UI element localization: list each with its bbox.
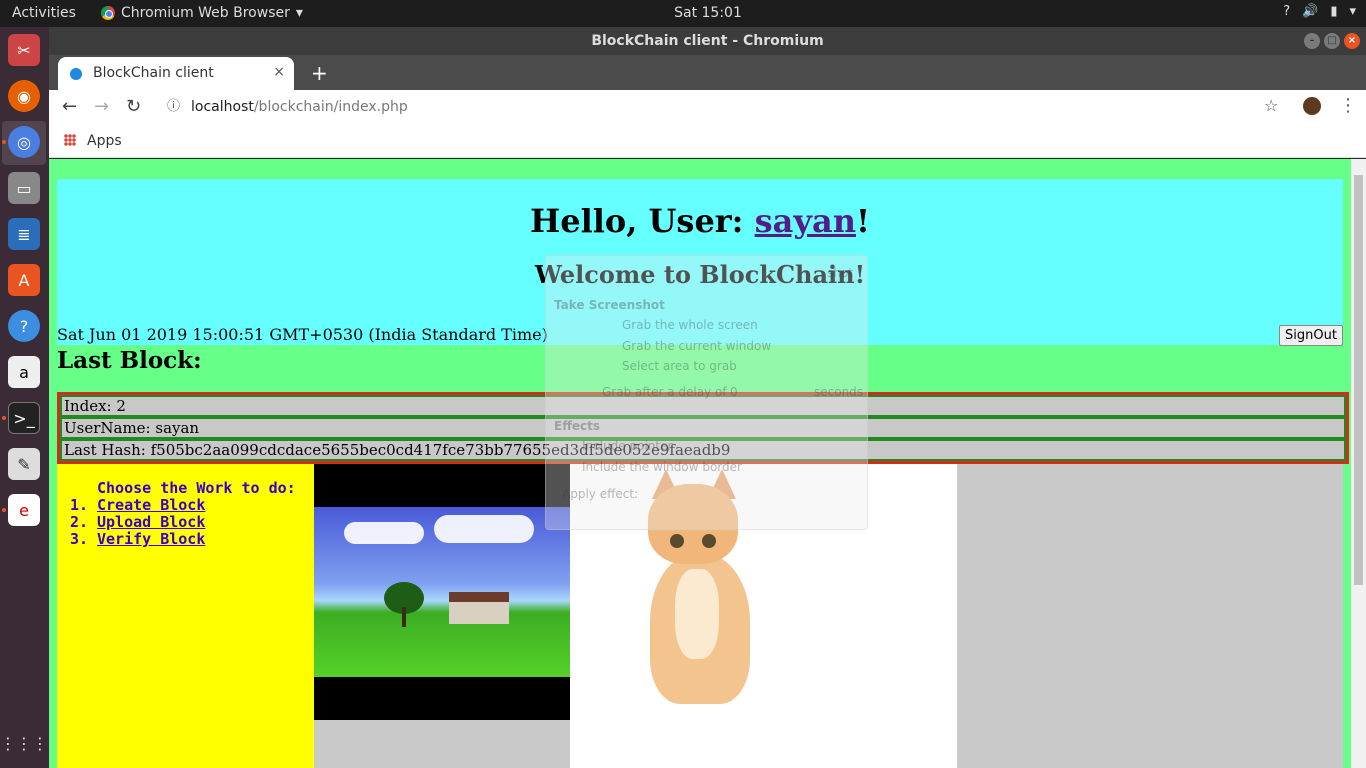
profile-avatar[interactable] [1303, 97, 1321, 115]
menu-item-create: 1. Create Block [70, 496, 205, 514]
last-block-heading: Last Block: [57, 347, 202, 374]
battery-icon[interactable]: ▮ [1330, 4, 1337, 19]
greeting: Hello, User: sayan! [57, 202, 1343, 240]
text-editor-icon[interactable]: ✎ [8, 448, 40, 480]
cloud-shape [434, 515, 534, 543]
ghost-section-effects: Effects [554, 419, 601, 433]
tab-strip: BlockChain client × + [49, 55, 1366, 90]
ghost-effect-border: Include the window border [582, 460, 742, 474]
tab-blockchain-client[interactable]: BlockChain client × [58, 57, 294, 90]
files-icon[interactable]: ▭ [8, 172, 40, 204]
landscape-scene [314, 507, 570, 677]
ghost-delay-value: 0 [730, 385, 738, 399]
verify-block-link[interactable]: Verify Block [97, 530, 205, 548]
chromium-dock-icon[interactable]: ◎ [8, 126, 40, 158]
menu-item-verify: 3. Verify Block [70, 530, 205, 548]
cloud-shape [344, 522, 424, 544]
house-shape [449, 592, 509, 624]
scrollbar-thumb[interactable] [1354, 175, 1363, 585]
ghost-delay-unit: seconds [814, 385, 864, 399]
kitten-eye [702, 534, 716, 548]
forward-icon[interactable]: → [94, 96, 109, 117]
software-center-icon[interactable]: A [8, 264, 40, 296]
apps-grid-icon[interactable] [64, 134, 76, 146]
system-tray[interactable]: ? 🔊 ▮ ▾ [1283, 4, 1356, 19]
menu-item-number: 3. [70, 530, 89, 548]
running-indicator [2, 416, 6, 420]
help-icon[interactable]: ? [1283, 4, 1290, 19]
window-title: BlockChain client - Chromium [591, 33, 824, 49]
terminal-icon[interactable]: >_ [8, 402, 40, 434]
address-bar[interactable]: ⓘ localhost/blockchain/index.php [161, 93, 1301, 121]
upload-block-link[interactable]: Upload Block [97, 513, 205, 531]
ghost-effect-apply: Apply effect: [562, 487, 639, 501]
firefox-icon[interactable]: ◉ [8, 80, 40, 112]
show-applications-icon[interactable]: ⋮⋮⋮ [0, 727, 48, 759]
work-menu: Choose the Work to do: 1. Create Block 2.… [57, 464, 314, 768]
create-block-link[interactable]: Create Block [97, 496, 205, 514]
new-tab-icon[interactable]: + [311, 61, 328, 85]
bookmark-star-icon[interactable]: ☆ [1264, 96, 1278, 115]
running-indicator [2, 140, 6, 144]
browser-toolbar: ← → ↻ ⓘ localhost/blockchain/index.php ☆… [49, 90, 1366, 125]
close-icon[interactable]: × [1344, 33, 1360, 49]
launcher-dock: ✂ ◉ ◎ ▭ ≣ A ? a >_ ✎ e ⋮⋮⋮ [0, 27, 49, 768]
greeting-prefix: Hello, User: [529, 202, 755, 240]
address-url: localhost/blockchain/index.php [191, 93, 408, 121]
window-title-bar[interactable]: BlockChain client - Chromium – □ × [49, 27, 1366, 55]
work-menu-heading: Choose the Work to do: [97, 479, 296, 497]
screenshot-tool-icon[interactable]: ✂ [8, 34, 40, 66]
ghost-delay-label: Grab after a delay of [602, 385, 727, 399]
system-top-bar: Activities Chromium Web Browser ▾ Sat 15… [0, 0, 1366, 27]
site-info-icon[interactable]: ⓘ [167, 93, 180, 121]
clock[interactable]: Sat 15:01 [0, 5, 1366, 21]
maximize-icon[interactable]: □ [1324, 33, 1340, 49]
screenshot-dialog-ghost: shot Take Screenshot Grab the whole scre… [545, 255, 868, 530]
tab-close-icon[interactable]: × [273, 64, 285, 80]
menu-item-upload: 2. Upload Block [70, 513, 205, 531]
running-indicator [2, 508, 6, 512]
system-menu-chevron-icon[interactable]: ▾ [1349, 4, 1356, 19]
minimize-icon[interactable]: – [1304, 33, 1320, 49]
window-controls: – □ × [1304, 33, 1360, 49]
page-favicon-icon [70, 68, 82, 80]
help-dock-icon[interactable]: ? [8, 310, 40, 342]
bookmarks-bar: Apps [49, 125, 1366, 158]
browser-menu-icon[interactable]: ⋮ [1339, 95, 1357, 116]
greeting-suffix: ! [855, 202, 870, 240]
writer-icon[interactable]: ≣ [8, 218, 40, 250]
tab-title: BlockChain client [93, 65, 214, 81]
ghost-option-area: Select area to grab [622, 359, 737, 373]
signout-button[interactable]: SignOut [1279, 325, 1343, 346]
page-scrollbar[interactable] [1351, 159, 1366, 768]
reload-icon[interactable]: ↻ [126, 96, 141, 117]
ghost-option-window: Grab the current window [622, 339, 772, 353]
menu-item-number: 1. [70, 496, 89, 514]
volume-icon[interactable]: 🔊 [1302, 4, 1318, 19]
url-host: localhost [191, 99, 254, 115]
url-path: /blockchain/index.php [253, 99, 408, 115]
back-icon[interactable]: ← [62, 96, 77, 117]
ghost-section-take: Take Screenshot [554, 298, 665, 312]
document-viewer-icon[interactable]: e [8, 494, 40, 526]
apps-bookmark[interactable]: Apps [87, 133, 122, 149]
kitten-chest [675, 569, 719, 659]
username-link[interactable]: sayan [755, 202, 856, 240]
amazon-icon[interactable]: a [8, 356, 40, 388]
menu-item-number: 2. [70, 513, 89, 531]
ghost-effect-pointer: Include pointer [582, 439, 673, 453]
landscape-image [314, 464, 570, 720]
ghost-title: shot [827, 266, 853, 280]
current-datetime: Sat Jun 01 2019 15:00:51 GMT+0530 (India… [57, 325, 548, 344]
kitten-eye [670, 534, 684, 548]
ghost-option-whole: Grab the whole screen [622, 318, 758, 332]
tree-trunk-shape [402, 607, 406, 627]
